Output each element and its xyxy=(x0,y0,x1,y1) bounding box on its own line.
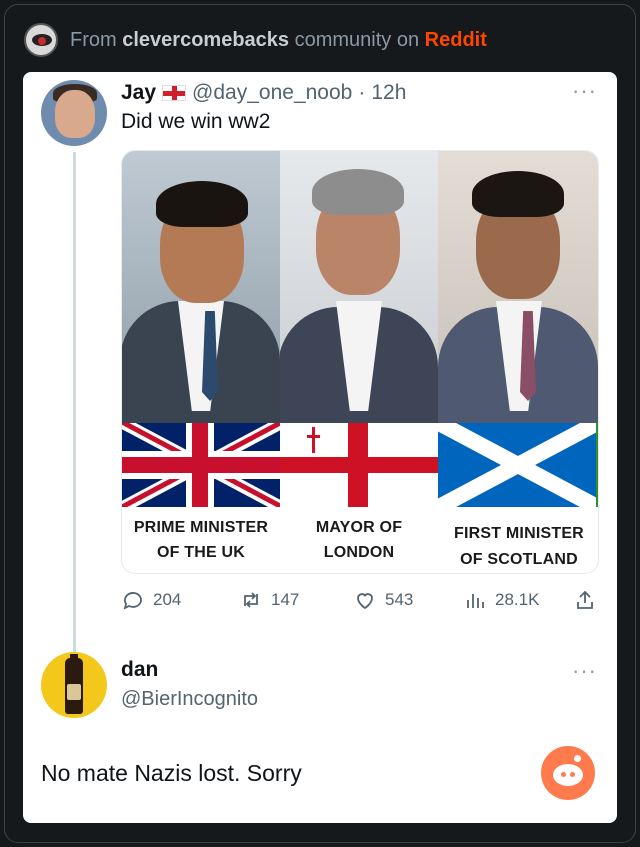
england-flag-icon xyxy=(162,85,187,101)
reply-text: No mate Nazis lost. Sorry xyxy=(41,760,302,786)
avatar[interactable] xyxy=(41,80,107,146)
share-button[interactable] xyxy=(573,588,599,612)
reply-avatar[interactable] xyxy=(41,652,107,718)
scotland-flag xyxy=(438,423,596,507)
reply-button[interactable]: 204 xyxy=(121,588,239,612)
retweet-count: 147 xyxy=(271,590,300,609)
reply-author-name[interactable]: dan xyxy=(121,658,158,682)
portrait-middle xyxy=(280,151,438,423)
reddit-snoo-icon[interactable] xyxy=(541,746,595,800)
caption-prime-minister: PRIME MINISTER OF THE UK xyxy=(133,519,269,561)
separator-dot: · xyxy=(358,81,366,104)
author-name[interactable]: Jay xyxy=(121,81,156,105)
union-jack-flag xyxy=(122,423,280,507)
portrait-right xyxy=(438,151,598,423)
platform-name[interactable]: Reddit xyxy=(425,29,487,51)
share-icon xyxy=(577,590,593,609)
flag-edge xyxy=(596,423,598,507)
views-count: 28.1K xyxy=(495,590,540,609)
reply-author-handle[interactable]: @BierIncognito xyxy=(121,688,258,711)
tweet-time[interactable]: 12h xyxy=(371,81,406,105)
retweet-button[interactable]: 147 xyxy=(239,588,353,612)
source-header: From clevercomebacks community on Reddit xyxy=(24,22,487,58)
tweet-actions: 204 147 543 28.1K xyxy=(121,588,599,612)
views-button[interactable]: 28.1K xyxy=(463,588,573,612)
beer-bottle-icon xyxy=(65,654,83,714)
community-name[interactable]: clevercomebacks xyxy=(122,29,289,51)
tweet-card: Jay @day_one_noob · 12h ··· Did we win w… xyxy=(23,72,617,823)
retweet-icon xyxy=(244,592,258,608)
tweet-author-row: Jay @day_one_noob · 12h xyxy=(121,78,406,108)
reply-count: 204 xyxy=(153,590,182,609)
community-avatar-icon[interactable] xyxy=(24,23,58,57)
thread-line xyxy=(73,152,76,714)
author-handle[interactable]: @day_one_noob xyxy=(192,81,352,105)
heart-icon xyxy=(357,593,373,610)
caption-mayor: MAYOR OF LONDON xyxy=(315,519,403,561)
views-chart-icon xyxy=(467,594,484,608)
reply-icon xyxy=(123,592,142,610)
caption-first-minister: FIRST MINISTER OF SCOTLAND xyxy=(454,525,584,568)
portrait-left xyxy=(122,151,280,423)
source-middle: community on xyxy=(294,28,420,51)
reply-more-options-icon[interactable]: ··· xyxy=(572,658,597,684)
source-prefix: From xyxy=(70,28,117,51)
london-flag xyxy=(280,423,438,507)
more-options-icon[interactable]: ··· xyxy=(572,78,597,104)
like-count: 543 xyxy=(385,590,414,609)
tweet-text: Did we win ww2 xyxy=(121,110,271,133)
like-button[interactable]: 543 xyxy=(353,588,463,612)
source-text: From clevercomebacks community on Reddit xyxy=(70,29,487,52)
tweet-image[interactable]: PRIME MINISTER OF THE UK MAYOR OF LONDON… xyxy=(121,150,599,574)
